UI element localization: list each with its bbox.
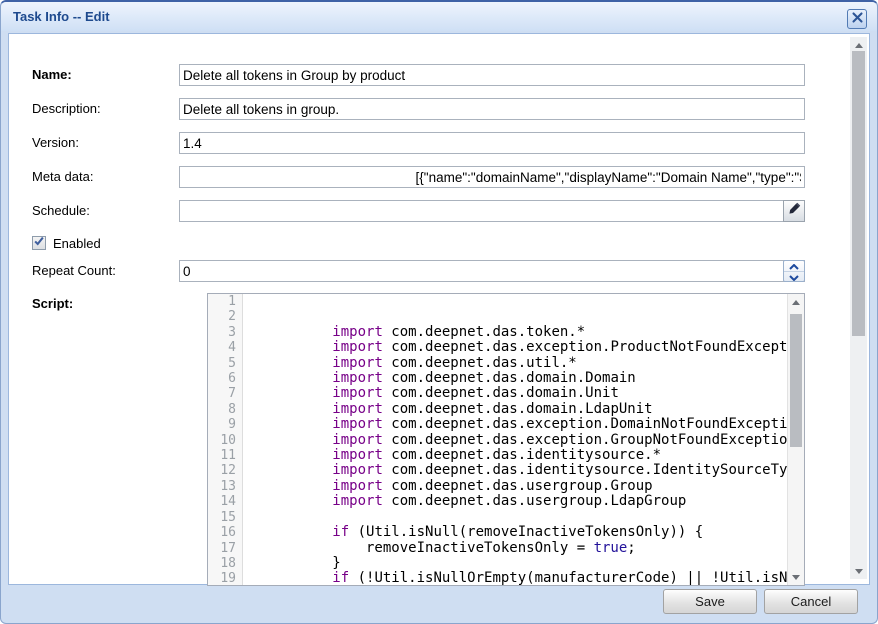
description-label: Description: (32, 101, 101, 116)
task-info-edit-dialog: Task Info -- Edit Name: Description: Ver… (0, 0, 878, 624)
meta-data-input[interactable] (179, 166, 805, 188)
scroll-up-icon[interactable] (788, 294, 804, 310)
script-scrollbar-thumb[interactable] (790, 314, 802, 447)
form-panel: Name: Description: Version: Meta data: S… (8, 33, 870, 585)
close-icon (852, 10, 863, 28)
enabled-checkbox[interactable] (32, 236, 46, 250)
version-input[interactable] (179, 132, 805, 154)
cancel-button[interactable]: Cancel (764, 589, 858, 614)
row-repeat-count: Repeat Count: (9, 260, 869, 284)
dialog-scrollbar[interactable] (850, 37, 867, 579)
script-code-lines[interactable]: import com.deepnet.das.token.* import co… (244, 294, 787, 585)
enabled-label: Enabled (53, 236, 101, 251)
schedule-label: Schedule: (32, 203, 90, 218)
repeat-count-label: Repeat Count: (32, 263, 116, 278)
row-version: Version: (9, 132, 869, 156)
pencil-icon (787, 202, 801, 221)
dialog-title: Task Info -- Edit (13, 9, 110, 24)
script-label: Script: (32, 296, 73, 311)
repeat-count-input[interactable] (179, 260, 805, 282)
row-meta-data: Meta data: (9, 166, 869, 190)
dialog-titlebar[interactable]: Task Info -- Edit (1, 2, 877, 31)
dialog-scrollbar-thumb[interactable] (852, 51, 865, 336)
close-button[interactable] (847, 9, 867, 29)
spinner-down-button[interactable] (784, 271, 804, 282)
script-gutter: 12345678910111213141516171819 (208, 294, 243, 585)
row-description: Description: (9, 98, 869, 122)
version-label: Version: (32, 135, 79, 150)
schedule-edit-button[interactable] (783, 200, 805, 222)
check-icon (33, 234, 45, 252)
save-button[interactable]: Save (663, 589, 757, 614)
row-schedule: Schedule: (9, 200, 869, 224)
description-input[interactable] (179, 98, 805, 120)
repeat-count-spinner (783, 260, 805, 282)
schedule-input[interactable] (179, 200, 805, 222)
script-editor[interactable]: 12345678910111213141516171819 import com… (207, 293, 805, 586)
name-input[interactable] (179, 64, 805, 86)
name-label: Name: (32, 67, 72, 82)
chevron-down-icon (789, 268, 799, 286)
script-scrollbar[interactable] (787, 294, 804, 585)
scroll-down-icon[interactable] (788, 569, 804, 585)
row-enabled: Enabled (9, 236, 869, 260)
row-name: Name: (9, 64, 869, 88)
meta-data-label: Meta data: (32, 169, 93, 184)
dialog-scroll-down-icon[interactable] (850, 563, 867, 579)
